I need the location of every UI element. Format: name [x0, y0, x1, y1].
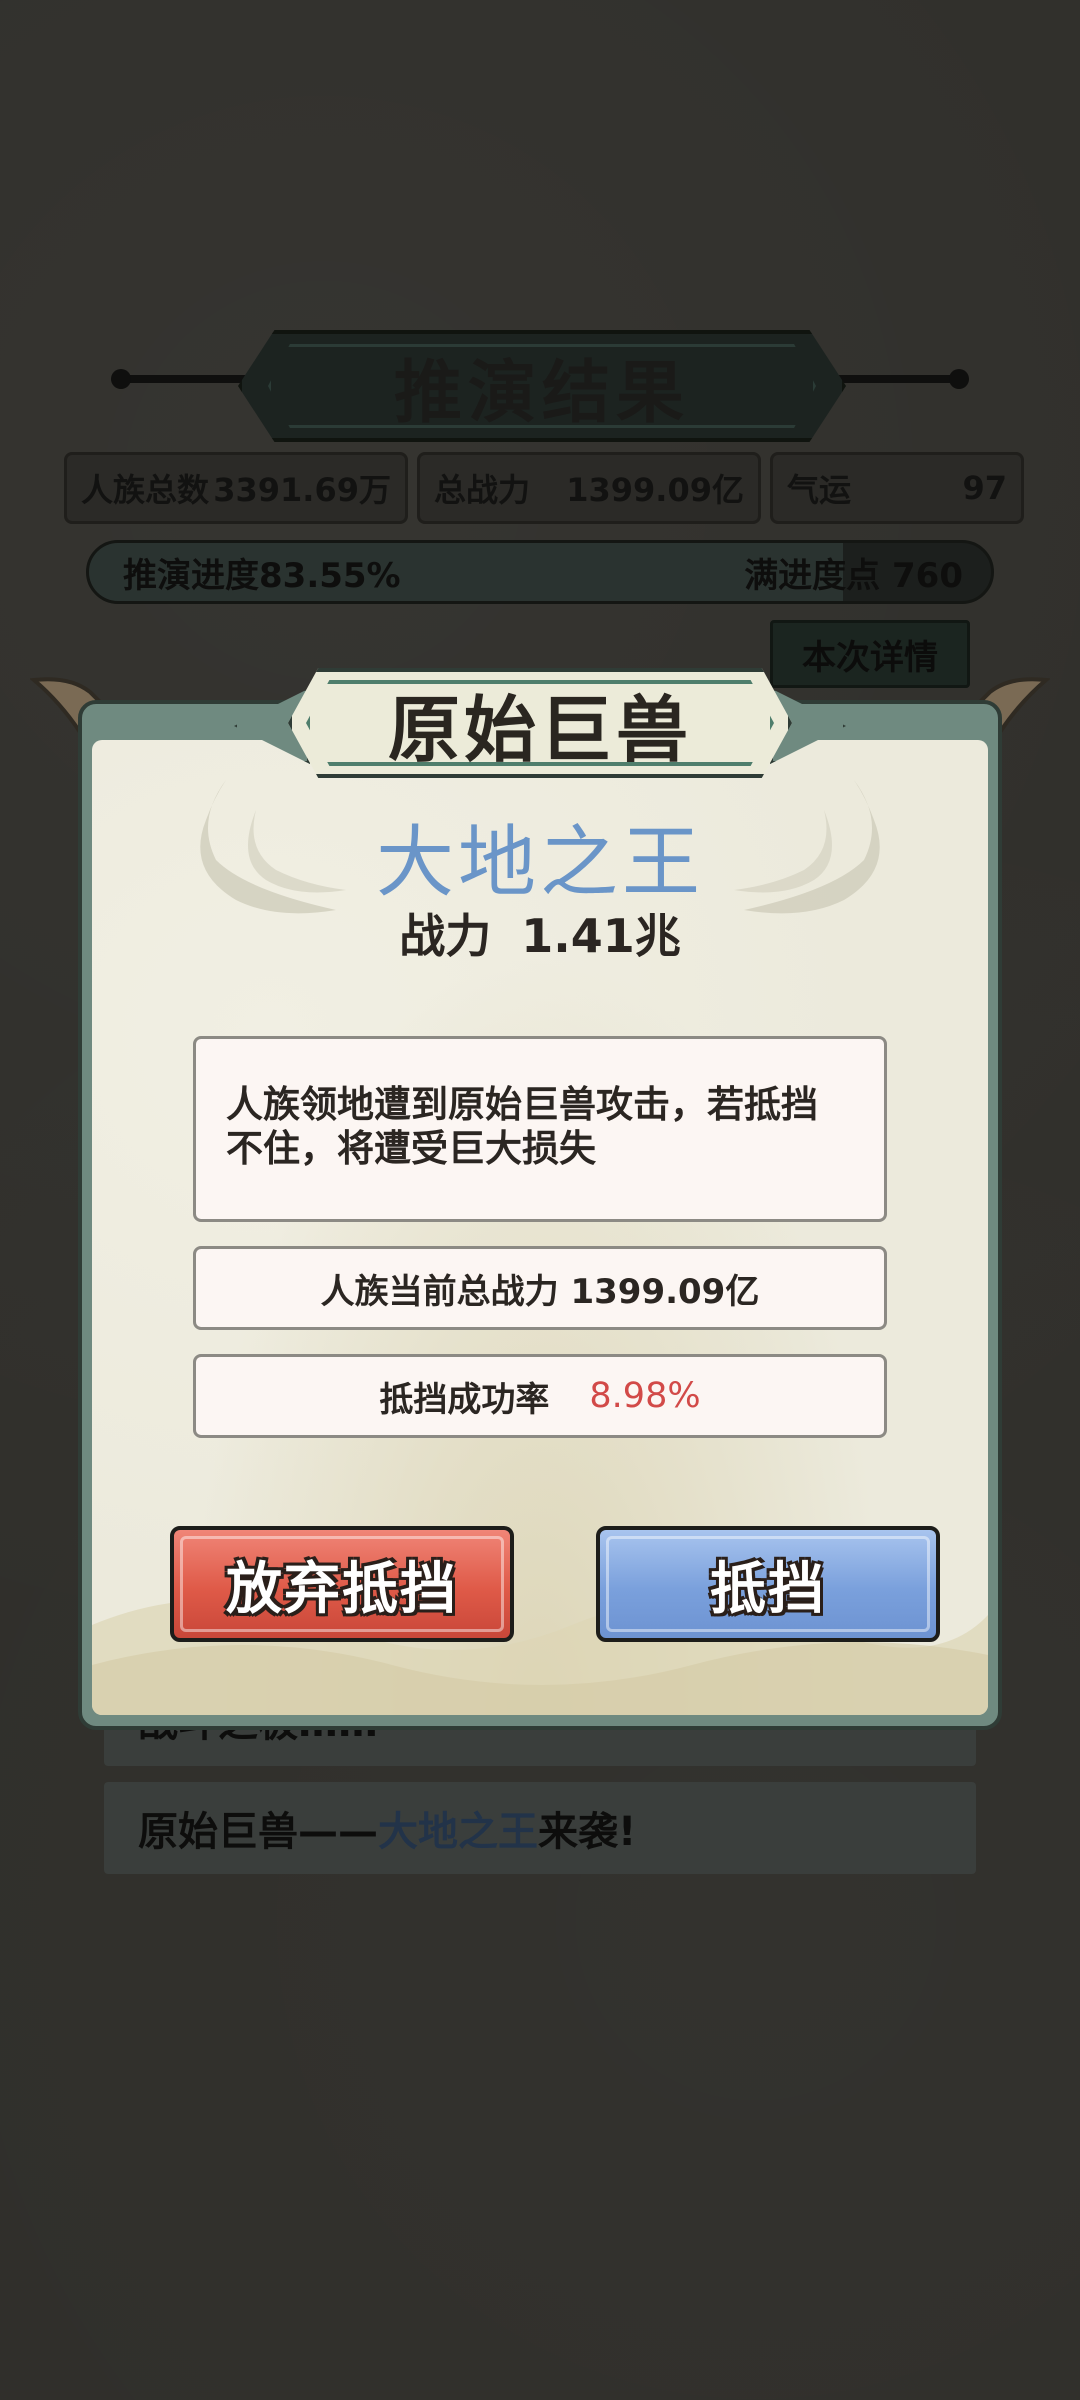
beast-power: 战力 1.41兆 — [0, 900, 1080, 966]
abandon-resist-button[interactable]: 放弃抵挡 — [170, 1526, 514, 1642]
progress-label: 推演进度83.55% — [123, 555, 401, 596]
modal-title-plate: 原始巨兽 — [288, 668, 792, 778]
stat-fortune-label: 气运 — [787, 471, 852, 509]
stat-fortune: 气运 97 — [770, 452, 1024, 524]
stat-population: 人族总数 3391.69万 — [64, 452, 408, 524]
stat-population-label: 人族总数 — [81, 471, 210, 509]
beast-power-value: 1.41兆 — [521, 909, 681, 963]
stat-total-power: 总战力 1399.09亿 — [417, 452, 761, 524]
modal-title: 原始巨兽 — [387, 686, 692, 772]
abandon-resist-label: 放弃抵挡 — [226, 1555, 458, 1622]
success-rate-box: 抵挡成功率 8.98% — [193, 1354, 887, 1438]
stat-total-power-value: 1399.09亿 — [566, 471, 744, 509]
stat-total-power-label: 总战力 — [434, 471, 531, 509]
game-screen: 推演结果 人族总数 3391.69万 总战力 1399.09亿 气运 97 推演… — [0, 0, 1080, 2400]
stat-population-value: 3391.69万 — [213, 471, 391, 509]
event-beast-name: 大地之王 — [378, 1809, 538, 1855]
simulation-progress-bar: 推演进度83.55% 满进度点 760 — [86, 540, 994, 604]
beast-name: 大地之王 — [375, 818, 704, 908]
success-rate-label: 抵挡成功率 — [379, 1379, 550, 1420]
event-suffix: 来袭! — [538, 1809, 637, 1855]
stat-fortune-value: 97 — [962, 469, 1007, 507]
current-power-text: 人族当前总战力 1399.09亿 — [320, 1271, 760, 1312]
result-title: 推演结果 — [393, 352, 690, 433]
result-title-banner: 推演结果 — [238, 330, 846, 442]
beast-power-label: 战力 — [399, 909, 492, 963]
modal-title-banner: 原始巨兽 — [234, 664, 846, 782]
attack-description: 人族领地遭到原始巨兽攻击，若抵挡不住，将遭受巨大损失 — [193, 1036, 887, 1222]
progress-points: 满进度点 760 — [744, 555, 963, 596]
list-item-event: 原始巨兽—— 大地之王 来袭! — [104, 1782, 976, 1874]
resist-button[interactable]: 抵挡 — [596, 1526, 940, 1642]
resist-label: 抵挡 — [710, 1555, 826, 1622]
success-rate-value: 8.98% — [589, 1376, 701, 1416]
current-power-box: 人族当前总战力 1399.09亿 — [193, 1246, 887, 1330]
event-prefix: 原始巨兽—— — [138, 1809, 378, 1855]
